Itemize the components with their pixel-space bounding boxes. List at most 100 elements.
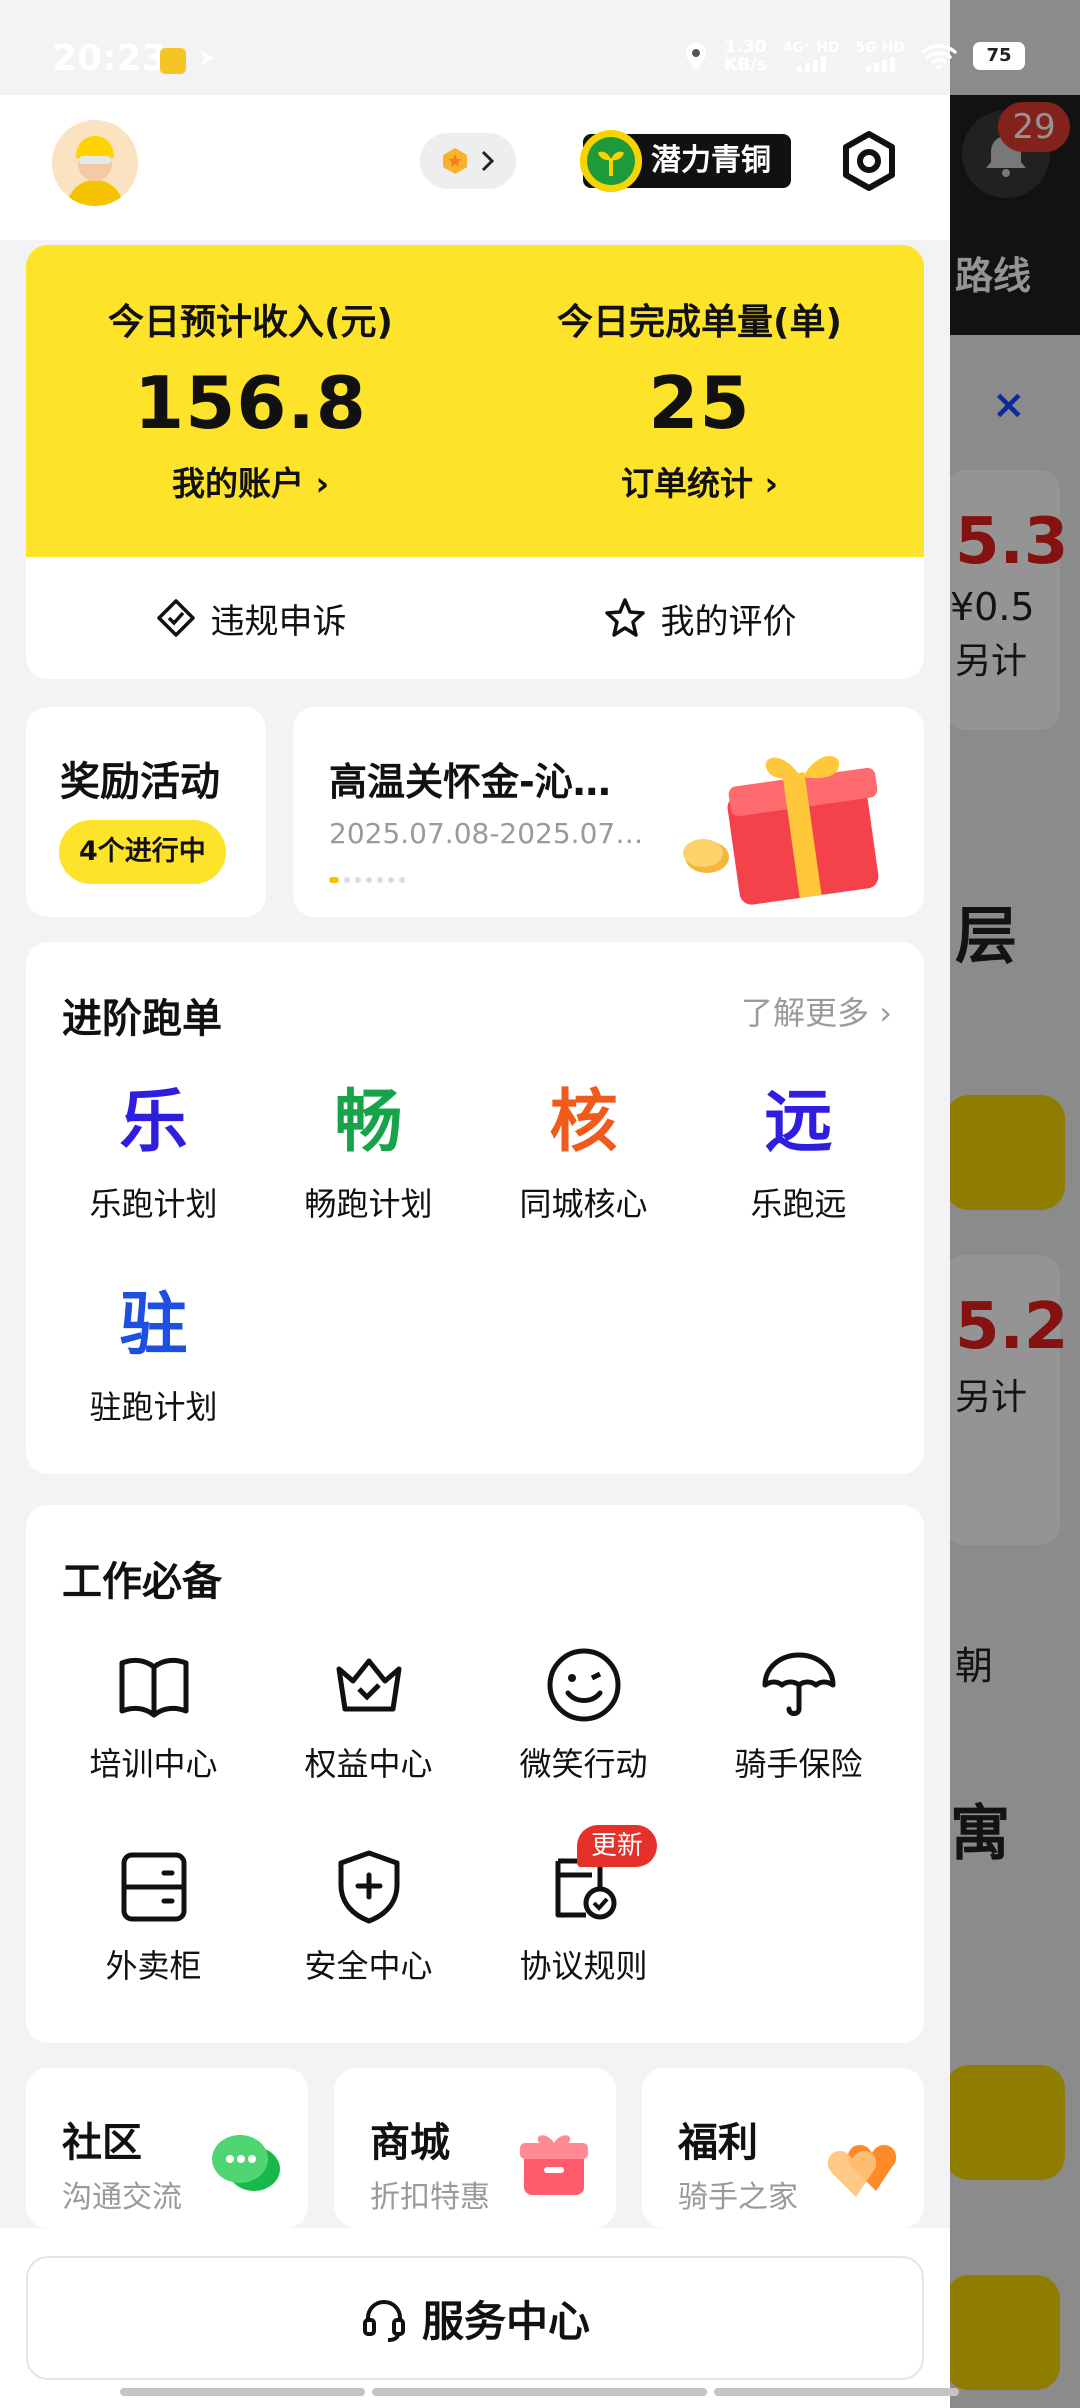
orders-value: 25	[648, 361, 751, 445]
training-center[interactable]: 培训中心	[46, 1643, 261, 1785]
book-icon	[119, 1657, 188, 1718]
delivery-locker[interactable]: 外卖柜	[46, 1845, 261, 1987]
heart-icon	[827, 2145, 897, 2197]
service-center-bar: 服务中心	[0, 2228, 950, 2408]
completed-orders[interactable]: 今日完成单量(单) 25 订单统计 ›	[475, 245, 924, 505]
item-label: 协议规则	[519, 1947, 648, 1985]
chat-bubble-icon	[212, 2135, 280, 2191]
chevron-right-icon	[481, 150, 495, 172]
card-subtitle: 沟通交流	[62, 2180, 182, 2215]
settings-gear-icon[interactable]	[838, 130, 900, 192]
smile-action[interactable]: 微笑行动	[476, 1643, 691, 1785]
app-notification-icon	[160, 48, 186, 74]
plan-station-run[interactable]: 驻 驻跑计划	[46, 1278, 261, 1428]
status-app-icons: ➤	[160, 48, 220, 74]
plan-label: 驻跑计划	[89, 1388, 218, 1426]
coin-icon	[443, 148, 467, 174]
my-rating-button[interactable]: 我的评价	[475, 557, 924, 679]
rider-insurance[interactable]: 骑手保险	[691, 1643, 906, 1785]
plan-label: 同城核心	[519, 1185, 648, 1223]
income-actions: 违规申诉 我的评价	[26, 557, 924, 679]
new-badge: 更新	[577, 1825, 658, 1867]
community-card[interactable]: 社区 沟通交流	[26, 2068, 308, 2228]
item-label: 安全中心	[304, 1947, 433, 1985]
mall-card[interactable]: 商城 折扣特惠	[334, 2068, 616, 2228]
le-run-icon: 乐	[119, 1083, 188, 1162]
service-center-label: 服务中心	[421, 2296, 590, 2346]
gift-box-icon	[520, 2135, 588, 2195]
appeal-button[interactable]: 违规申诉	[26, 557, 475, 679]
my-rating-label: 我的评价	[660, 601, 797, 642]
plan-label: 畅跑计划	[304, 1185, 433, 1223]
smile-icon	[547, 1648, 620, 1722]
estimated-income[interactable]: 今日预计收入(元) 156.8 我的账户 ›	[26, 245, 475, 505]
reward-count-badge: 4个进行中	[59, 820, 226, 884]
my-account-link[interactable]: 我的账户 ›	[26, 457, 475, 505]
item-label: 微笑行动	[519, 1745, 648, 1783]
safety-center[interactable]: 安全中心	[261, 1845, 476, 1987]
chang-run-icon: 畅	[334, 1083, 403, 1162]
plan-label: 乐跑计划	[89, 1185, 218, 1223]
appeal-label: 违规申诉	[210, 601, 347, 642]
level-label: 潜力青铜	[651, 143, 771, 178]
benefits-center[interactable]: 权益中心	[261, 1643, 476, 1785]
reward-activities-card[interactable]: 奖励活动 4个进行中	[26, 707, 266, 917]
plan-city-core[interactable]: 核 同城核心	[476, 1075, 691, 1225]
station-run-icon: 驻	[119, 1286, 188, 1365]
item-label: 骑手保险	[734, 1745, 863, 1783]
item-label: 培训中心	[89, 1745, 218, 1783]
plan-le-run[interactable]: 乐 乐跑计划	[46, 1075, 261, 1225]
location-icon	[686, 43, 707, 69]
card-title: 福利	[678, 2120, 758, 2166]
reward-banner[interactable]: 高温关怀金-沁… 2025.07.08-2025.07…	[293, 707, 924, 917]
home-indicator	[372, 2388, 707, 2396]
card-subtitle: 折扣特惠	[370, 2180, 490, 2215]
income-card: 今日预计收入(元) 156.8 我的账户 › 今日完成单量(单) 25 订单统计…	[26, 245, 924, 557]
status-time: 20:23	[52, 38, 167, 79]
signal-1: 4G⁺ HD	[783, 40, 840, 72]
city-core-icon: 核	[549, 1083, 618, 1162]
crown-icon	[336, 1658, 401, 1712]
service-center-button[interactable]: 服务中心	[26, 2256, 924, 2380]
avatar[interactable]	[52, 120, 138, 206]
profile-drawer: 潜力青铜 今日预计收入(元) 156.8 我的账户 › 今日完成单量(单) 25…	[0, 0, 950, 2408]
income-value: 156.8	[134, 361, 367, 445]
shield-icon	[338, 1850, 399, 1924]
banner-date: 2025.07.08-2025.07…	[329, 817, 644, 850]
battery-indicator: 75	[973, 42, 1025, 70]
home-indicator	[714, 2388, 959, 2396]
welfare-card[interactable]: 福利 骑手之家	[642, 2068, 924, 2228]
reward-title: 奖励活动	[60, 759, 220, 805]
plan-chang-run[interactable]: 畅 畅跑计划	[261, 1075, 476, 1225]
wifi-icon	[921, 44, 957, 70]
item-label: 外卖柜	[105, 1947, 202, 1985]
learn-more-link[interactable]: 了解更多 ›	[741, 988, 892, 1034]
coin-chip[interactable]	[420, 133, 516, 189]
status-right: 1.30 KB/s 4G⁺ HD 5G HD 75	[684, 38, 1025, 74]
locker-icon	[121, 1852, 186, 1922]
banner-pager	[329, 877, 405, 883]
card-title: 社区	[62, 2120, 142, 2166]
plan-le-run-far[interactable]: 远 乐跑远	[691, 1075, 906, 1225]
le-run-far-icon: 远	[764, 1083, 833, 1162]
umbrella-icon	[762, 1652, 835, 1716]
signal-2: 5G HD	[856, 40, 905, 72]
section-title: 进阶跑单	[62, 996, 222, 1042]
home-indicator	[120, 2388, 365, 2396]
gift-illustration	[683, 756, 879, 905]
navigation-arrow-icon: ➤	[198, 46, 217, 71]
diamond-check-icon	[156, 599, 195, 637]
item-label: 权益中心	[304, 1745, 433, 1783]
sprout-icon	[580, 130, 642, 192]
status-bar: 20:23 ➤ 1.30 KB/s 4G⁺ HD 5G HD 75	[0, 0, 1080, 95]
plan-label: 乐跑远	[750, 1185, 847, 1223]
level-badge[interactable]: 潜力青铜	[580, 130, 791, 192]
section-title: 工作必备	[62, 1559, 222, 1605]
headset-icon	[362, 2299, 405, 2342]
star-icon	[604, 598, 645, 637]
banner-title: 高温关怀金-沁…	[329, 760, 611, 804]
card-title: 商城	[370, 2120, 450, 2166]
order-stats-link[interactable]: 订单统计 ›	[475, 457, 924, 505]
orders-label: 今日完成单量(单)	[557, 302, 842, 343]
income-label: 今日预计收入(元)	[108, 302, 393, 343]
